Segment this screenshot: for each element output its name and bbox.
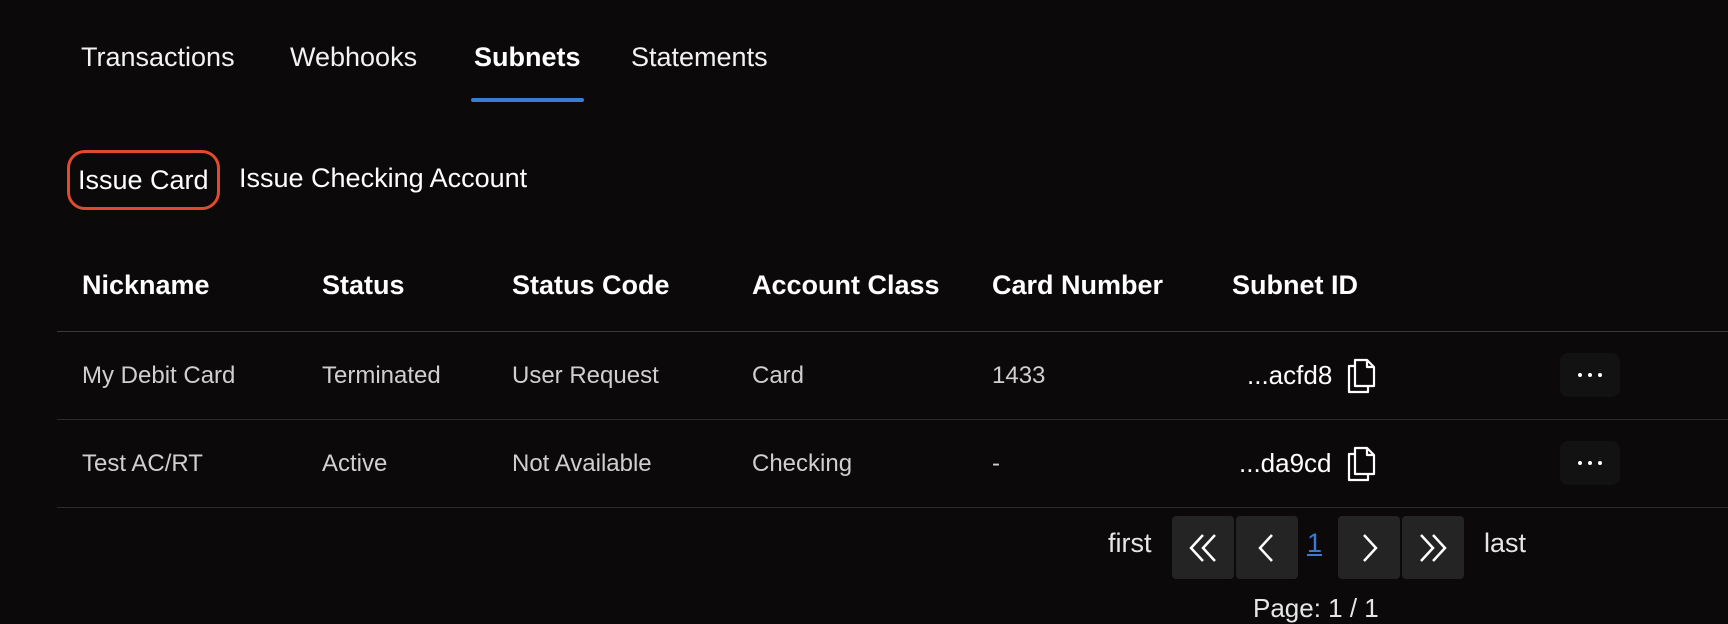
cell-subnet-id: ...da9cd [1239, 420, 1376, 507]
cell-card-number: - [992, 450, 1000, 477]
issue-checking-account-button[interactable]: Issue Checking Account [231, 150, 535, 210]
more-dot [1598, 461, 1602, 465]
subnet-id-value: ...da9cd [1239, 448, 1332, 478]
issue-card-label: Issue Card [78, 165, 209, 195]
header-status: Status [322, 270, 405, 300]
cell-status-code: User Request [512, 362, 659, 389]
last-page-button[interactable] [1402, 516, 1464, 579]
chevron-double-right-icon [1420, 533, 1447, 562]
tab-webhooks-label: Webhooks [290, 42, 418, 72]
pagination: first 1 last [0, 516, 1728, 580]
cell-status-code: Not Available [512, 450, 652, 477]
current-page-link[interactable]: 1 [1307, 528, 1322, 559]
copy-icon[interactable] [1346, 446, 1376, 482]
page-info: Page: 1 / 1 [1253, 593, 1379, 623]
subnet-id-value: ...acfd8 [1247, 360, 1333, 390]
tab-transactions-label: Transactions [81, 42, 235, 72]
chevron-left-icon [1258, 533, 1273, 562]
tab-statements-label: Statements [631, 42, 768, 72]
last-page-link[interactable]: last [1484, 528, 1526, 559]
header-card-number: Card Number [992, 270, 1164, 300]
more-dots-icon [1578, 461, 1582, 465]
active-tab-indicator [471, 98, 584, 102]
chevron-right-icon [1363, 533, 1378, 562]
cell-nickname: Test AC/RT [82, 450, 203, 477]
header-status-code: Status Code [512, 270, 670, 300]
tab-subnets[interactable]: Subnets [471, 22, 584, 102]
cell-status: Terminated [322, 362, 441, 389]
row-actions-button[interactable] [1560, 441, 1620, 485]
first-page-button[interactable] [1172, 516, 1234, 579]
tab-statements[interactable]: Statements [631, 22, 768, 102]
next-page-button[interactable] [1338, 516, 1400, 579]
table-row[interactable]: Test AC/RT Active Not Available Checking… [57, 420, 1728, 508]
chevron-double-left-icon [1189, 533, 1216, 562]
cell-account-class: Checking [752, 450, 853, 477]
cell-account-class: Card [752, 362, 805, 389]
cell-card-number: 1433 [992, 362, 1046, 389]
cell-nickname: My Debit Card [82, 362, 236, 389]
cell-status: Active [322, 450, 388, 477]
issue-card-button[interactable]: Issue Card [67, 150, 220, 210]
header-nickname: Nickname [82, 270, 210, 300]
row-actions-button[interactable] [1560, 353, 1620, 397]
header-account-class: Account Class [752, 270, 940, 300]
header-subnet-id: Subnet ID [1232, 270, 1358, 300]
copy-icon[interactable] [1346, 358, 1376, 394]
cell-subnet-id: ...acfd8 [1247, 332, 1376, 419]
table-header: Nickname Status Status Code Account Clas… [57, 250, 1728, 332]
first-page-link[interactable]: first [1108, 528, 1152, 559]
subnets-table: Nickname Status Status Code Account Clas… [57, 250, 1728, 508]
more-dot [1588, 373, 1592, 377]
tab-webhooks[interactable]: Webhooks [290, 22, 417, 102]
more-dot [1598, 373, 1602, 377]
more-dot [1588, 461, 1592, 465]
issue-checking-account-label: Issue Checking Account [239, 163, 528, 193]
more-dots-icon [1578, 373, 1582, 377]
tab-transactions[interactable]: Transactions [81, 22, 235, 102]
previous-page-button[interactable] [1236, 516, 1298, 579]
tab-subnets-label: Subnets [474, 42, 581, 72]
table-row[interactable]: My Debit Card Terminated User Request Ca… [57, 332, 1728, 420]
